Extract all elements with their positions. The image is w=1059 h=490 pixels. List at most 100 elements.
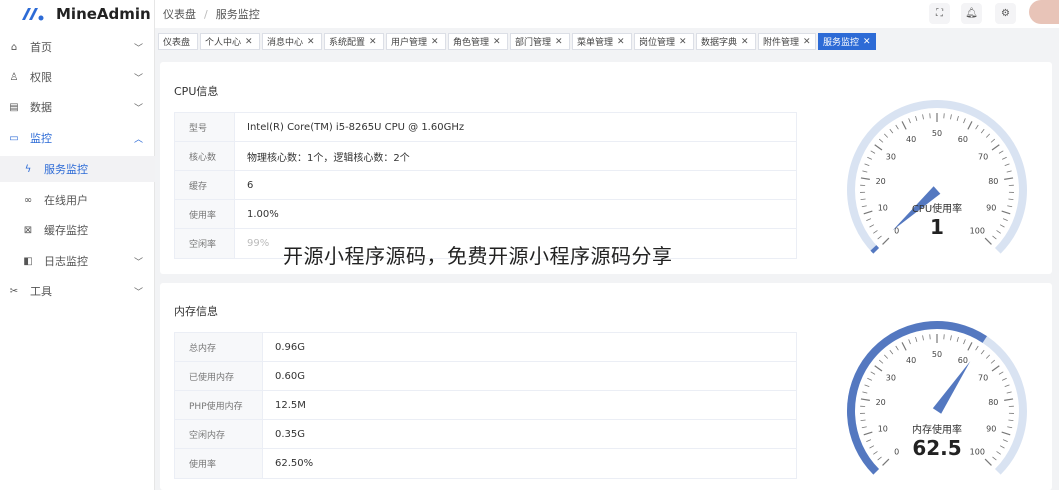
fullscreen-button[interactable]: ⛶ — [929, 3, 950, 24]
gauge-tick — [1007, 205, 1013, 208]
table-row: 缓存 6 — [175, 171, 796, 200]
home-icon: ⌂ — [10, 41, 18, 53]
close-icon[interactable]: ✕ — [307, 37, 315, 47]
close-icon[interactable]: ✕ — [863, 37, 871, 47]
gauge-tick-label: 30 — [886, 152, 896, 161]
gauge-tick — [874, 144, 883, 151]
tab-item[interactable]: 仪表盘 — [158, 33, 198, 50]
tab-item[interactable]: 菜单管理 ✕ — [572, 33, 632, 50]
sidebar-item-monitor[interactable]: ▭ 监控 ︿ — [0, 125, 155, 151]
table-row: 已使用内存 0.60G — [175, 362, 796, 391]
gauge-tick — [863, 210, 873, 215]
memory-panel: 内存信息 总内存 0.96G 已使用内存 0.60G PHP使用内存 12.5M 空闲内存 0… — [160, 283, 1052, 490]
tab-item[interactable]: 系统配置 ✕ — [324, 33, 384, 50]
gauge-tick — [922, 114, 924, 120]
gauge-tick — [860, 398, 870, 401]
link-icon: ∞ — [23, 194, 33, 206]
gauge-tick — [869, 445, 875, 449]
table-row: 使用率 62.50% — [175, 449, 796, 478]
tab-label: 部门管理 — [515, 38, 552, 48]
sidebar-item-database[interactable]: ▤ 数据 ﹀ — [0, 94, 155, 120]
gauge-tick — [1004, 177, 1014, 180]
gauge-tick-label: 90 — [986, 425, 996, 434]
monitor-icon: ▭ — [9, 132, 19, 144]
gauge-tick — [996, 230, 1001, 234]
logo[interactable]: MineAdmin — [0, 0, 154, 28]
tab-item[interactable]: 岗位管理 ✕ — [634, 33, 694, 50]
tab-label: 仪表盘 — [163, 38, 191, 48]
avatar[interactable] — [1029, 0, 1059, 24]
gauge-tick — [1001, 431, 1011, 436]
close-icon[interactable]: ✕ — [803, 37, 811, 47]
gauge-tick — [967, 342, 973, 351]
mineadmin-logo-icon — [22, 8, 44, 21]
tab-label: 用户管理 — [391, 38, 428, 48]
gauge-tick — [980, 349, 985, 355]
gauge-tick — [975, 345, 979, 351]
sidebar-item-label: 数据 — [30, 101, 52, 114]
tab-label: 角色管理 — [453, 38, 490, 48]
breadcrumb-dashboard[interactable]: 仪表盘 — [163, 6, 196, 22]
gauge-tick-label: 20 — [876, 398, 886, 407]
tab-item[interactable]: 部门管理 ✕ — [510, 33, 570, 50]
database-icon: ▤ — [9, 101, 19, 113]
row-key: 核心数 — [175, 142, 235, 170]
gauge-tick — [882, 237, 890, 245]
gauge-tick-label: 100 — [970, 226, 985, 235]
gauge-tick — [998, 371, 1004, 375]
gear-icon: ⚙ — [1001, 8, 1010, 19]
sidebar-item-tool[interactable]: ✂ 工具 ﹀ — [0, 278, 155, 304]
notification-button[interactable]: 🔔︎ — [961, 3, 982, 24]
row-value: 物理核心数：1个，逻辑核心数：2个 — [247, 152, 410, 164]
tab-label: 菜单管理 — [577, 38, 614, 48]
close-icon[interactable]: ✕ — [555, 37, 563, 47]
sidebar-item-home[interactable]: ⌂ 首页 ﹀ — [0, 34, 155, 60]
row-value: 0.35G — [275, 428, 306, 440]
settings-button[interactable]: ⚙ — [995, 3, 1016, 24]
close-icon[interactable]: ✕ — [369, 37, 377, 47]
gauge-tick-label: 40 — [906, 356, 916, 365]
gauge-tick — [1001, 156, 1007, 160]
gauge-tick — [908, 118, 911, 124]
gauge-label: 内存使用率 — [912, 423, 962, 436]
sidebar-item-cache[interactable]: ⊠ 缓存监控 — [0, 217, 155, 243]
sidebar-item-book[interactable]: ◧ 日志监控 ﹀ — [0, 248, 155, 274]
gauge-tick — [867, 156, 873, 160]
gauge-tick-label: 70 — [978, 152, 988, 161]
sidebar-item-user[interactable]: ♙ 权限 ﹀ — [0, 64, 155, 90]
gauge-tick-label: 10 — [878, 204, 888, 213]
gauge-tick — [991, 365, 1000, 372]
close-icon[interactable]: ✕ — [679, 37, 687, 47]
row-key: 空闲内存 — [175, 420, 263, 448]
gauge-tick-label: 80 — [988, 177, 998, 186]
gauge-tick-label: 40 — [906, 135, 916, 144]
gauge-label: CPU使用率 — [912, 202, 962, 215]
gauge-tick — [998, 150, 1004, 154]
gauge-tick-label: 60 — [958, 135, 968, 144]
close-icon[interactable]: ✕ — [493, 37, 501, 47]
tab-item[interactable]: 数据字典 ✕ — [696, 33, 756, 50]
tab-item[interactable]: 附件管理 ✕ — [758, 33, 816, 50]
tab-item[interactable]: 个人中心 ✕ — [200, 33, 260, 50]
sidebar-item-label: 工具 — [30, 285, 52, 298]
row-key: 使用率 — [175, 449, 263, 478]
gauge-tick-label: 90 — [986, 204, 996, 213]
tab-item[interactable]: 用户管理 ✕ — [386, 33, 446, 50]
close-icon[interactable]: ✕ — [741, 37, 749, 47]
sidebar-item-flash[interactable]: ϟ 服务监控 — [0, 156, 155, 182]
tab-item[interactable]: 消息中心 ✕ — [262, 33, 322, 50]
gauge-tick-label: 50 — [932, 350, 942, 359]
gauge-tick-label: 80 — [988, 398, 998, 407]
tab-label: 附件管理 — [763, 38, 800, 48]
chevron-up-icon: ︿ — [133, 134, 143, 145]
sidebar-item-link[interactable]: ∞ 在线用户 — [0, 187, 155, 213]
gauge-tick — [862, 170, 868, 173]
close-icon[interactable]: ✕ — [617, 37, 625, 47]
row-value: Intel(R) Core(TM) i5-8265U CPU @ 1.60GHz — [247, 121, 465, 133]
tab-item[interactable]: 服务监控 ✕ — [818, 33, 876, 50]
close-icon[interactable]: ✕ — [245, 37, 253, 47]
tab-item[interactable]: 角色管理 ✕ — [448, 33, 508, 50]
gauge-tick — [1004, 398, 1014, 401]
chevron-down-icon: ﹀ — [133, 73, 143, 84]
close-icon[interactable]: ✕ — [431, 37, 439, 47]
